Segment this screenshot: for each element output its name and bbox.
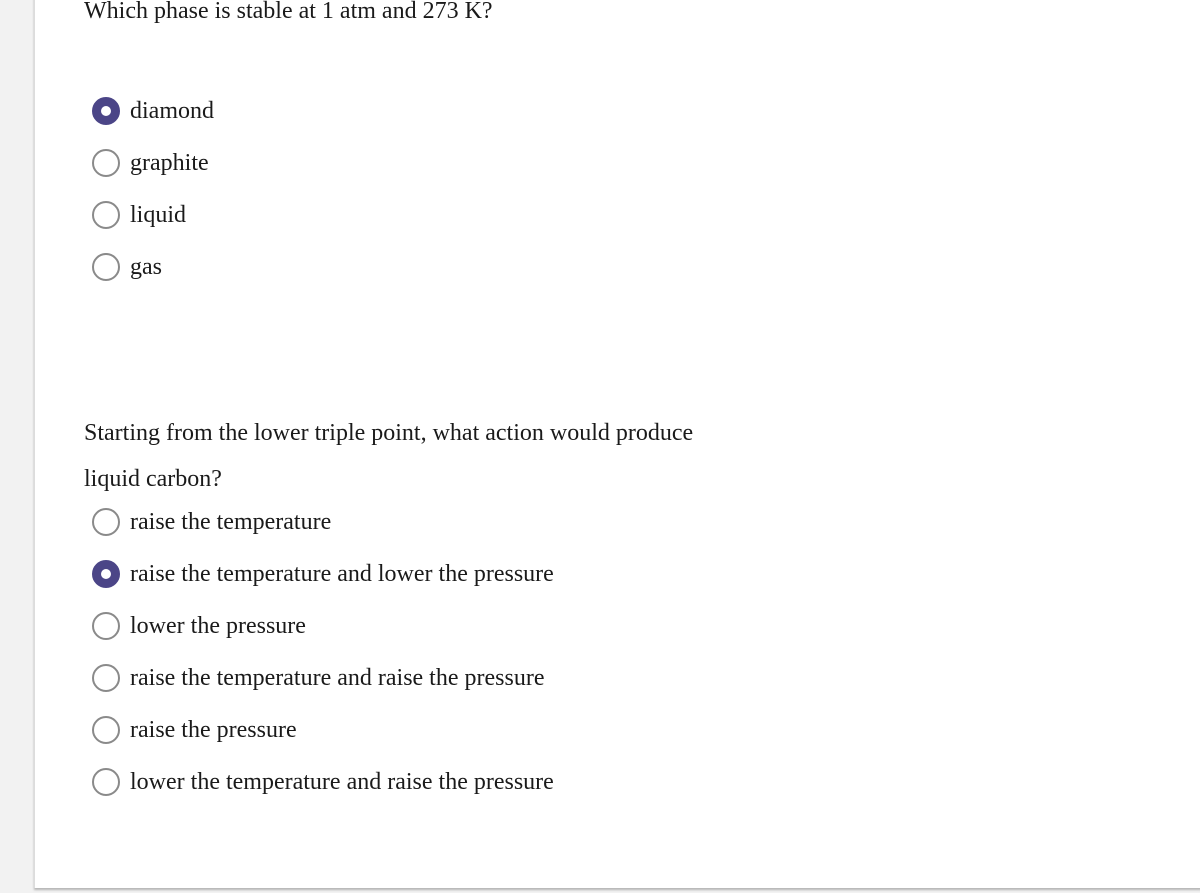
option-label: raise the temperature: [130, 508, 332, 535]
radio-unselected-icon[interactable]: [92, 664, 120, 692]
option-lower-pressure[interactable]: lower the pressure: [84, 600, 724, 652]
option-raise-temperature[interactable]: raise the temperature: [84, 496, 724, 548]
option-liquid[interactable]: liquid: [84, 189, 493, 241]
radio-unselected-icon[interactable]: [92, 149, 120, 177]
option-label: lower the temperature and raise the pres…: [130, 768, 554, 795]
question-text: Starting from the lower triple point, wh…: [84, 420, 694, 492]
radio-unselected-icon[interactable]: [92, 612, 120, 640]
question-text: Which phase is stable at 1 atm and 273 K…: [84, 0, 493, 24]
radio-selected-icon[interactable]: [92, 97, 120, 125]
radio-unselected-icon[interactable]: [92, 201, 120, 229]
option-label: diamond: [130, 97, 214, 124]
option-diamond[interactable]: diamond: [84, 85, 493, 137]
option-raise-pressure[interactable]: raise the pressure: [84, 704, 724, 756]
radio-unselected-icon[interactable]: [92, 716, 120, 744]
question-1: Which phase is stable at 1 atm and 273 K…: [84, 0, 493, 293]
radio-unselected-icon[interactable]: [92, 768, 120, 796]
radio-unselected-icon[interactable]: [92, 253, 120, 281]
option-label: gas: [130, 253, 162, 280]
option-raise-temperature-raise-pressure[interactable]: raise the temperature and raise the pres…: [84, 652, 724, 704]
option-label: raise the pressure: [130, 716, 297, 743]
option-lower-temperature-raise-pressure[interactable]: lower the temperature and raise the pres…: [84, 756, 724, 808]
option-label: raise the temperature and raise the pres…: [130, 664, 545, 691]
question-2: Starting from the lower triple point, wh…: [84, 410, 724, 808]
option-gas[interactable]: gas: [84, 241, 493, 293]
answer-options: raise the temperature raise the temperat…: [84, 496, 724, 808]
option-raise-temperature-lower-pressure[interactable]: raise the temperature and lower the pres…: [84, 548, 724, 600]
option-label: lower the pressure: [130, 612, 306, 639]
option-label: liquid: [130, 201, 187, 228]
option-graphite[interactable]: graphite: [84, 137, 493, 189]
option-label: graphite: [130, 149, 209, 176]
option-label: raise the temperature and lower the pres…: [130, 560, 554, 587]
radio-selected-icon[interactable]: [92, 560, 120, 588]
radio-unselected-icon[interactable]: [92, 508, 120, 536]
answer-options: diamond graphite liquid gas: [84, 85, 493, 293]
